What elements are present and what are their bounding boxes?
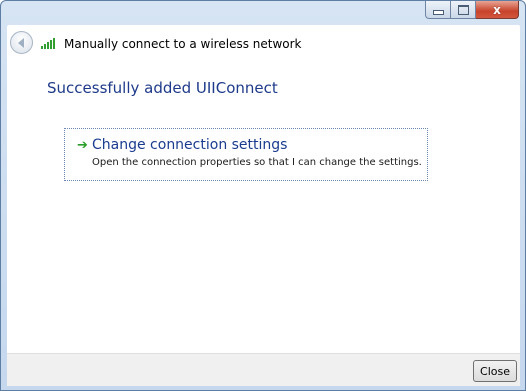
dialog-header: Manually connect to a wireless network [7,25,520,64]
change-connection-settings-link[interactable]: ➔ Change connection settings Open the co… [64,128,428,181]
minimize-button[interactable] [425,1,451,19]
dialog-content: Successfully added UIIConnect ➔ Change c… [7,63,520,353]
back-button[interactable] [10,31,33,54]
window-close-button[interactable]: x [476,1,519,19]
close-button[interactable]: Close [473,360,517,382]
command-link-title: Change connection settings [92,137,288,153]
dialog-footer: Close [7,353,520,386]
close-icon: x [493,2,501,17]
dialog-window: x Manually connect to a wireless network… [0,0,526,391]
back-arrow-icon [17,37,24,48]
caption-buttons: x [425,1,519,20]
dialog-title: Manually connect to a wireless network [64,37,302,51]
main-heading: Successfully added UIIConnect [47,79,278,97]
maximize-icon [457,4,469,15]
minimize-icon [432,10,444,15]
wireless-signal-icon [41,38,61,49]
green-arrow-icon: ➔ [77,138,88,153]
maximize-button[interactable] [451,1,476,19]
command-link-description: Open the connection properties so that I… [92,157,422,168]
